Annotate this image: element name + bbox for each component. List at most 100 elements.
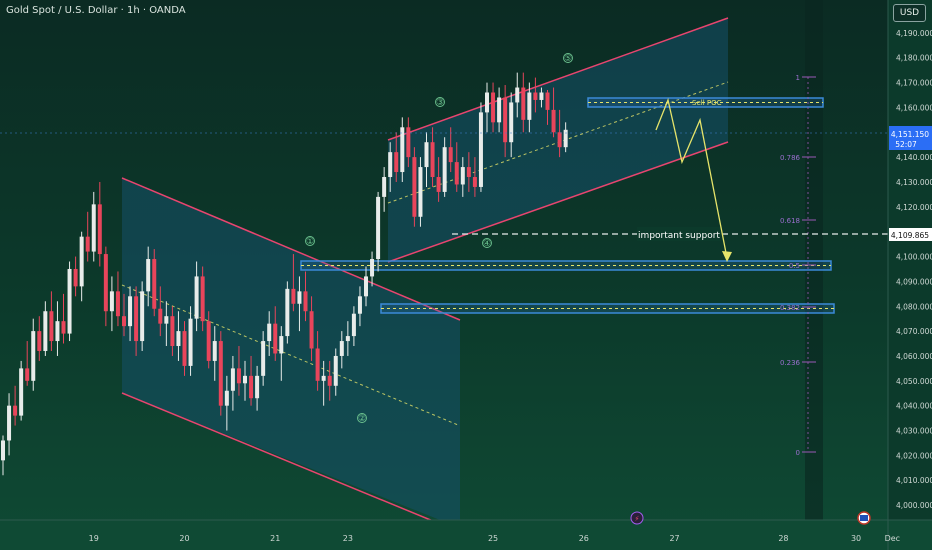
candle-body xyxy=(109,291,114,312)
candle-body xyxy=(200,276,205,322)
fib-label-1: 0.786 xyxy=(780,154,801,162)
candle-body xyxy=(515,87,520,103)
candle-body xyxy=(491,92,496,123)
y-tick-label: 4,060.000 xyxy=(896,352,932,361)
candle-body xyxy=(376,196,381,260)
y-tick-label: 4,190.000 xyxy=(896,29,932,38)
candle-body xyxy=(400,127,405,173)
candle-body xyxy=(364,276,368,297)
candle-body xyxy=(128,296,133,327)
candle-body xyxy=(97,204,102,255)
candle-body xyxy=(37,331,42,351)
candle-body xyxy=(382,177,387,197)
candle-body xyxy=(345,336,350,342)
candle-body xyxy=(279,336,284,354)
candle-body xyxy=(454,162,459,185)
x-tick-label: Dec xyxy=(885,534,900,543)
candle-body xyxy=(357,296,362,314)
x-tick-label: 30 xyxy=(851,534,861,543)
price-chart[interactable]: Sell POC 1 0.786 0.618 0.5 0.382 0.236 0 impor… xyxy=(0,0,932,550)
candle-body xyxy=(285,288,290,337)
candle-body xyxy=(442,147,447,192)
y-tick-label: 4,120.000 xyxy=(896,203,932,212)
y-tick-label: 4,090.000 xyxy=(896,277,932,286)
candle-body xyxy=(466,167,471,178)
y-tick-label: 4,160.000 xyxy=(896,103,932,112)
support-price-value: 4,109.865 xyxy=(891,231,929,240)
candle-body xyxy=(436,177,441,192)
chart-area[interactable]: Sell POC 1 0.786 0.618 0.5 0.382 0.236 0 impor… xyxy=(0,0,932,550)
chart-title: Gold Spot / U.S. Dollar · 1h · OANDA xyxy=(6,5,186,16)
candle-body xyxy=(103,254,108,312)
candle-body xyxy=(412,157,417,217)
fib-label-4: 0.382 xyxy=(780,304,800,312)
x-tick-label: 25 xyxy=(488,534,498,543)
candle-body xyxy=(146,259,151,292)
candle-body xyxy=(563,129,568,148)
candle-body xyxy=(503,97,508,143)
y-tick-label: 4,050.000 xyxy=(896,377,932,386)
candle-body xyxy=(315,348,320,381)
candle-body xyxy=(321,375,326,381)
candle-body xyxy=(140,291,145,342)
candle-body xyxy=(448,147,453,163)
wave-label-2: ② xyxy=(358,414,366,424)
candle-body xyxy=(551,109,556,133)
candle-body xyxy=(261,341,266,376)
candle-body xyxy=(249,375,254,399)
candle-body xyxy=(509,102,514,143)
candle-body xyxy=(152,259,157,309)
candle-body xyxy=(303,291,308,312)
candle-body xyxy=(418,167,423,217)
candle-body xyxy=(406,127,411,158)
candle-body xyxy=(224,390,229,406)
candle-body xyxy=(218,341,223,406)
y-tick-label: 4,130.000 xyxy=(896,178,932,187)
candle-body xyxy=(333,355,338,386)
x-tick-label: 28 xyxy=(778,534,788,543)
candle-body xyxy=(182,331,187,366)
candle-body xyxy=(545,92,550,110)
candle-body xyxy=(115,291,120,317)
candle-body xyxy=(1,440,5,461)
fib-label-6: 0 xyxy=(796,449,800,457)
candle-body xyxy=(31,331,36,381)
candle-body xyxy=(291,288,296,304)
x-tick-label: 27 xyxy=(669,534,679,543)
candle-body xyxy=(255,375,260,399)
candle-body xyxy=(176,331,181,347)
candle-body xyxy=(533,92,538,100)
y-tick-label: 4,020.000 xyxy=(896,451,932,460)
candle-body xyxy=(79,236,84,287)
candle-body xyxy=(460,167,465,185)
sell-poc-label: Sell POC xyxy=(692,99,722,107)
y-tick-label: 4,010.000 xyxy=(896,476,932,485)
y-tick-label: 4,030.000 xyxy=(896,427,932,436)
y-tick-label: 4,040.000 xyxy=(896,402,932,411)
candle-body xyxy=(158,308,163,324)
y-tick-label: 4,100.000 xyxy=(896,253,932,262)
candle-body xyxy=(521,87,526,120)
candle-body xyxy=(309,311,314,349)
candle-body xyxy=(430,142,435,178)
x-tick-label: 20 xyxy=(179,534,189,543)
candle-body xyxy=(297,291,302,304)
current-price-value: 4,151.150 xyxy=(891,130,929,139)
candle-body xyxy=(243,375,247,384)
wave-label-1: ① xyxy=(306,237,314,247)
x-tick-label: 19 xyxy=(89,534,99,543)
candle-body xyxy=(25,368,30,381)
fib-label-2: 0.618 xyxy=(780,217,800,225)
candle-body xyxy=(485,92,489,113)
candle-body xyxy=(122,316,126,327)
bar-countdown: 52:07 xyxy=(895,140,917,149)
candle-body xyxy=(327,375,332,386)
candle-body xyxy=(539,92,544,100)
fib-label-3: 0.5 xyxy=(789,262,800,270)
candle-body xyxy=(194,276,199,319)
candle-body xyxy=(170,316,175,347)
currency-button[interactable]: USD xyxy=(893,4,926,22)
candle-body xyxy=(7,405,12,441)
y-tick-label: 4,140.000 xyxy=(896,153,932,162)
candle-body xyxy=(134,296,139,342)
